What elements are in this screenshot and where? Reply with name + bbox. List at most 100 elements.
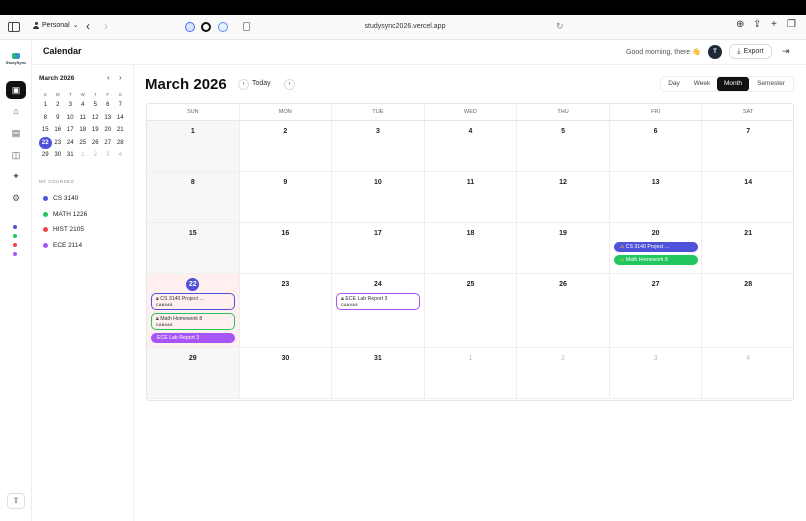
mini-day[interactable]: 1 [77, 149, 90, 162]
view-month-button[interactable]: Month [717, 77, 749, 91]
day-cell[interactable]: 13 [609, 172, 703, 223]
mini-day[interactable]: 27 [102, 137, 115, 150]
day-cell[interactable]: 29 [147, 348, 240, 399]
day-cell[interactable]: 18 [424, 223, 518, 274]
next-month-button[interactable]: › [284, 79, 295, 90]
day-cell[interactable]: 30 [239, 348, 333, 399]
address-bar[interactable]: studysync2026.vercel.app [330, 23, 480, 30]
mini-day[interactable]: 26 [89, 137, 102, 150]
mini-day[interactable]: 2 [52, 99, 65, 112]
rail-home-button[interactable]: ⌂ [6, 102, 26, 120]
day-cell[interactable]: 17 [332, 223, 425, 274]
day-cell[interactable]: 8 [147, 172, 240, 223]
day-cell[interactable]: 2 [239, 121, 333, 172]
day-cell[interactable]: 24 [332, 274, 425, 348]
rail-calendar-button[interactable]: ▣ [6, 81, 26, 99]
mini-day[interactable]: 17 [64, 124, 77, 137]
mini-day[interactable]: 3 [64, 99, 77, 112]
event-pill[interactable]: ECE Lab Report 3 [151, 333, 235, 343]
day-cell[interactable]: 16 [239, 223, 333, 274]
new-tab-icon[interactable]: + [771, 19, 777, 30]
logout-icon[interactable]: ⇥ [782, 46, 790, 57]
mini-day[interactable]: 21 [114, 124, 127, 137]
mini-day[interactable]: 4 [114, 149, 127, 162]
mini-day[interactable]: 6 [102, 99, 115, 112]
mini-day[interactable]: 12 [89, 112, 102, 125]
rail-ai-button[interactable]: ✦ [6, 167, 26, 185]
event-card[interactable]: 🔒︎ Math Homework 8 CANVAS [151, 313, 235, 330]
course-item[interactable]: HIST 2105 [43, 226, 84, 233]
event-card[interactable]: 🔒︎ ECE Lab Report 3 CANVAS [336, 293, 421, 310]
day-cell[interactable]: 23 [239, 274, 333, 348]
share-icon[interactable]: ⇪ [753, 19, 761, 30]
extension-record-icon[interactable] [201, 22, 211, 32]
mini-day[interactable]: 4 [77, 99, 90, 112]
mini-day[interactable]: 14 [114, 112, 127, 125]
reload-icon[interactable]: ↻ [556, 21, 564, 32]
event-card[interactable]: 🔒︎ CS 3140 Project ... CANVAS [151, 293, 235, 310]
avatar[interactable]: T [708, 45, 722, 59]
view-week-button[interactable]: Week [687, 77, 717, 91]
day-cell[interactable]: 25 [424, 274, 518, 348]
day-cell[interactable]: 15 [147, 223, 240, 274]
course-item[interactable]: CS 3140 [43, 195, 78, 202]
mini-day[interactable]: 9 [52, 112, 65, 125]
day-cell[interactable]: 27 [609, 274, 703, 348]
day-cell[interactable]: 1 [424, 348, 518, 399]
course-item[interactable]: ECE 2114 [43, 242, 82, 249]
mini-day[interactable]: 13 [102, 112, 115, 125]
extension-icon[interactable] [185, 22, 195, 32]
mini-day[interactable]: 31 [64, 149, 77, 162]
prev-month-button[interactable]: ‹ [238, 79, 249, 90]
day-cell[interactable]: 21 [702, 223, 793, 274]
upload-button[interactable]: ⇧ [7, 493, 25, 509]
day-cell[interactable]: 12 [517, 172, 610, 223]
mini-day[interactable]: 18 [77, 124, 90, 137]
mini-day[interactable]: 25 [77, 137, 90, 150]
day-cell[interactable]: 14 [702, 172, 793, 223]
mini-day[interactable]: 22 [39, 136, 52, 149]
day-cell[interactable]: 3 [332, 121, 425, 172]
mini-day[interactable]: 23 [52, 137, 65, 150]
day-cell[interactable]: 28 [702, 274, 793, 348]
day-cell[interactable]: 9 [239, 172, 333, 223]
mini-day[interactable]: 5 [89, 99, 102, 112]
view-semester-button[interactable]: Semester [749, 77, 793, 91]
day-cell[interactable]: 11 [424, 172, 518, 223]
day-cell[interactable]: 4 [424, 121, 518, 172]
tabs-overview-icon[interactable]: ❐ [787, 19, 796, 30]
day-cell[interactable]: 4 [702, 348, 793, 399]
event-pill[interactable]: ⚠ Math Homework 8 [613, 254, 698, 265]
export-button[interactable]: ⤓ Export [729, 44, 772, 59]
back-icon[interactable]: ‹ [86, 19, 90, 33]
sidebar-toggle-icon[interactable] [8, 22, 20, 32]
mini-day[interactable]: 2 [89, 149, 102, 162]
rail-tasks-button[interactable]: ▤ [6, 124, 26, 142]
mini-day[interactable]: 3 [102, 149, 115, 162]
mini-day[interactable]: 15 [39, 124, 52, 137]
day-cell[interactable]: 31 [332, 348, 425, 399]
reader-icon[interactable] [243, 22, 250, 31]
day-cell[interactable]: 19 [517, 223, 610, 274]
mini-prev-month-icon[interactable]: ‹ [107, 73, 110, 82]
day-cell[interactable]: 7 [702, 121, 793, 172]
mini-day[interactable]: 1 [39, 99, 52, 112]
profile-switcher[interactable]: Personal ⌄ [33, 21, 79, 29]
event-pill[interactable]: ⚠ CS 3140 Project ... [613, 242, 698, 252]
day-cell[interactable]: 3 [609, 348, 703, 399]
course-item[interactable]: MATH 1226 [43, 211, 87, 218]
day-cell[interactable]: 26 [517, 274, 610, 348]
mini-next-month-icon[interactable]: › [119, 73, 122, 82]
mini-day[interactable]: 10 [64, 112, 77, 125]
mini-day[interactable]: 11 [77, 112, 90, 125]
mini-day[interactable]: 24 [64, 137, 77, 150]
mini-day[interactable]: 29 [39, 149, 52, 162]
mini-day[interactable]: 7 [114, 99, 127, 112]
mini-day[interactable]: 30 [52, 149, 65, 162]
day-cell[interactable]: 5 [517, 121, 610, 172]
mini-day[interactable]: 8 [39, 112, 52, 125]
mini-day[interactable]: 16 [52, 124, 65, 137]
rail-courses-button[interactable]: ◫ [6, 146, 26, 164]
day-cell[interactable]: 2 [517, 348, 610, 399]
mini-day[interactable]: 20 [102, 124, 115, 137]
